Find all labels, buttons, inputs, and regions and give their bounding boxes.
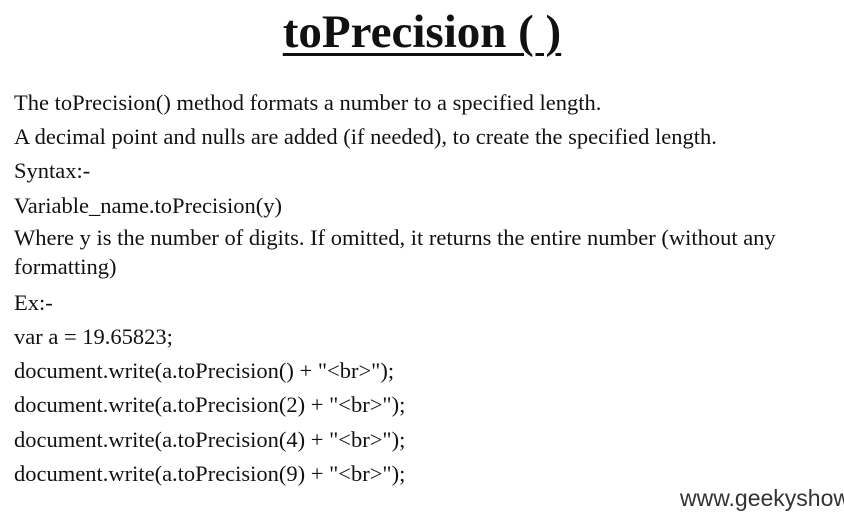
slide: toPrecision ( ) The toPrecision() method… [0,0,844,511]
code-line: var a = 19.65823; [14,324,173,350]
syntax-heading: Syntax:- [14,158,91,184]
code-line: document.write(a.toPrecision(2) + "<br>"… [14,392,406,418]
slide-body: The toPrecision() method formats a numbe… [14,86,836,491]
description-line: The toPrecision() method formats a numbe… [14,90,602,115]
code-line: document.write(a.toPrecision(4) + "<br>"… [14,426,406,452]
slide-title: toPrecision ( ) [282,6,562,58]
parameter-description: Where y is the number of digits. If omit… [14,224,776,279]
watermark-text: www.geekyshow [679,485,844,511]
example-heading: Ex:- [14,289,53,315]
syntax-line: Variable_name.toPrecision(y) [14,192,283,218]
code-line: document.write(a.toPrecision() + "<br>")… [14,358,395,384]
description-line: A decimal point and nulls are added (if … [14,124,717,150]
